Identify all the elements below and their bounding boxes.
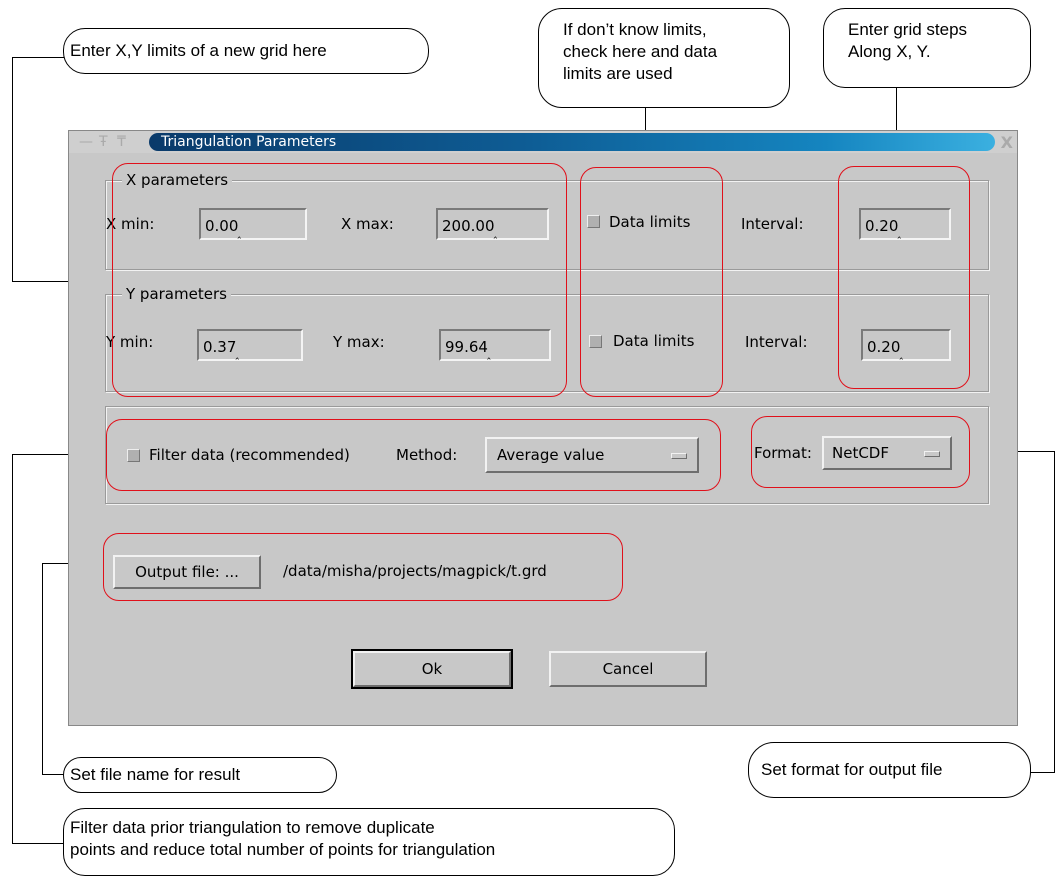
callout-filter: Filter data prior triangulation to remov… <box>63 808 675 876</box>
callout-limits-text: Enter X,Y limits of a new grid here <box>70 41 327 60</box>
callout-file-name: Set file name for result <box>63 757 337 793</box>
callout-grid-steps-line: Enter grid steps <box>848 20 968 39</box>
highlight-output-file <box>103 533 623 601</box>
title-bar[interactable]: — Ŧ ₸ Triangulation Parameters X <box>69 131 1017 153</box>
connector-line <box>1030 772 1055 773</box>
callout-file-name-text: Set file name for result <box>70 765 241 784</box>
dialog-title: Triangulation Parameters <box>161 134 337 150</box>
close-icon[interactable]: X <box>1001 133 1013 152</box>
callout-data-limits-line: limits are used <box>563 64 673 84</box>
highlight-interval <box>838 166 970 389</box>
callout-data-limits: If don’t know limits, check here and dat… <box>538 8 790 108</box>
x-interval-label: Interval: <box>741 215 804 233</box>
connector-line <box>12 454 13 843</box>
callout-filter-line: points and reduce total number of points… <box>70 840 496 860</box>
callout-filter-line: Filter data prior triangulation to remov… <box>70 818 435 837</box>
connector-line <box>12 57 64 58</box>
y-interval-label: Interval: <box>745 333 808 351</box>
highlight-limits <box>112 163 567 397</box>
cancel-button[interactable]: Cancel <box>549 651 707 687</box>
callout-limits: Enter X,Y limits of a new grid here <box>63 28 429 74</box>
callout-format: Set format for output file <box>748 742 1031 798</box>
highlight-filter <box>106 419 721 491</box>
callout-data-limits-line: check here and data <box>563 42 718 62</box>
connector-line <box>42 563 43 775</box>
minimize-icon[interactable]: — <box>79 134 93 150</box>
callout-grid-steps-line: Along X, Y. <box>848 42 931 62</box>
pin-icon[interactable]: Ŧ <box>99 134 108 150</box>
highlight-data-limits <box>580 167 723 397</box>
connector-line <box>12 843 64 844</box>
callout-grid-steps: Enter grid steps Along X, Y. <box>823 8 1031 88</box>
connector-line <box>12 57 13 282</box>
callout-data-limits-line: If don’t know limits, <box>563 20 707 39</box>
connector-line <box>42 774 64 775</box>
ok-button[interactable]: Ok <box>353 651 511 687</box>
callout-format-text: Set format for output file <box>761 760 943 779</box>
highlight-format <box>751 416 970 488</box>
shade-icon[interactable]: ₸ <box>117 134 126 150</box>
